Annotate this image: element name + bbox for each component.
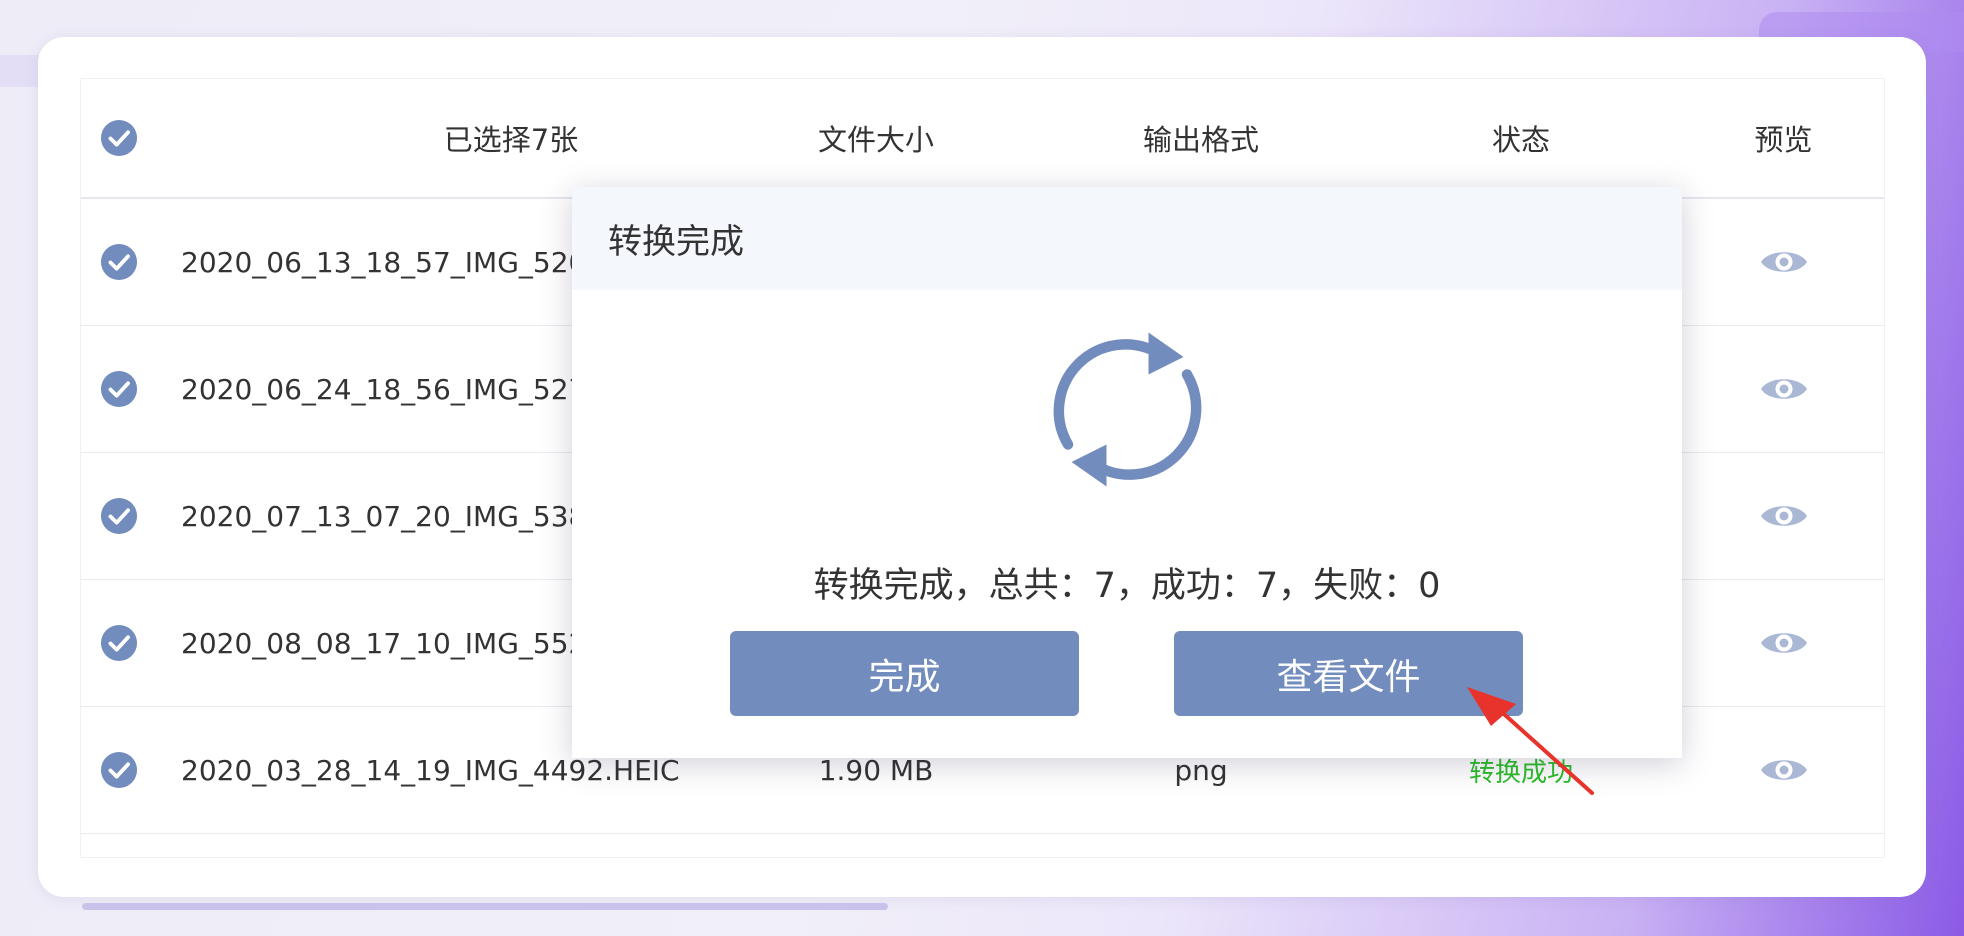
preview-button[interactable] [1681,199,1886,325]
check-circle-icon [100,370,138,408]
conversion-complete-dialog: 转换完成 转换完成，总共：7，成功：7，失败：0 完成 查看文件 [572,187,1682,758]
header-status: 状态 [1491,123,1550,157]
dialog-title: 转换完成 [572,187,1682,290]
header-file-size: 文件大小 [817,123,934,157]
preview-button[interactable] [1681,326,1886,452]
horizontal-scrollbar[interactable] [82,903,888,910]
annotation-arrow-icon [1467,687,1594,795]
eye-icon [1760,633,1807,653]
row-checkbox[interactable] [89,199,149,325]
check-circle-icon [100,497,138,535]
refresh-icon [1053,332,1202,487]
table-header: 已选择7张 文件大小 输出格式 状态 预览 [81,79,1884,199]
eye-icon [1760,506,1807,526]
check-circle-icon [100,243,138,281]
eye-icon [1760,252,1807,272]
row-checkbox[interactable] [89,453,149,579]
header-preview: 预览 [1754,123,1813,157]
preview-button[interactable] [1681,453,1886,579]
row-checkbox[interactable] [89,326,149,452]
preview-button[interactable] [1681,707,1886,833]
check-circle-icon [100,119,138,157]
eye-icon [1760,379,1807,399]
row-checkbox[interactable] [89,707,149,833]
header-output-format: 输出格式 [1142,123,1259,157]
check-circle-icon [100,624,138,662]
select-all-checkbox[interactable] [89,79,149,197]
preview-button[interactable] [1681,580,1886,706]
eye-icon [1760,760,1807,780]
check-circle-icon [100,751,138,789]
done-button[interactable]: 完成 [730,631,1079,716]
conversion-summary: 转换完成，总共：7，成功：7，失败：0 [813,566,1441,606]
row-checkbox[interactable] [89,580,149,706]
